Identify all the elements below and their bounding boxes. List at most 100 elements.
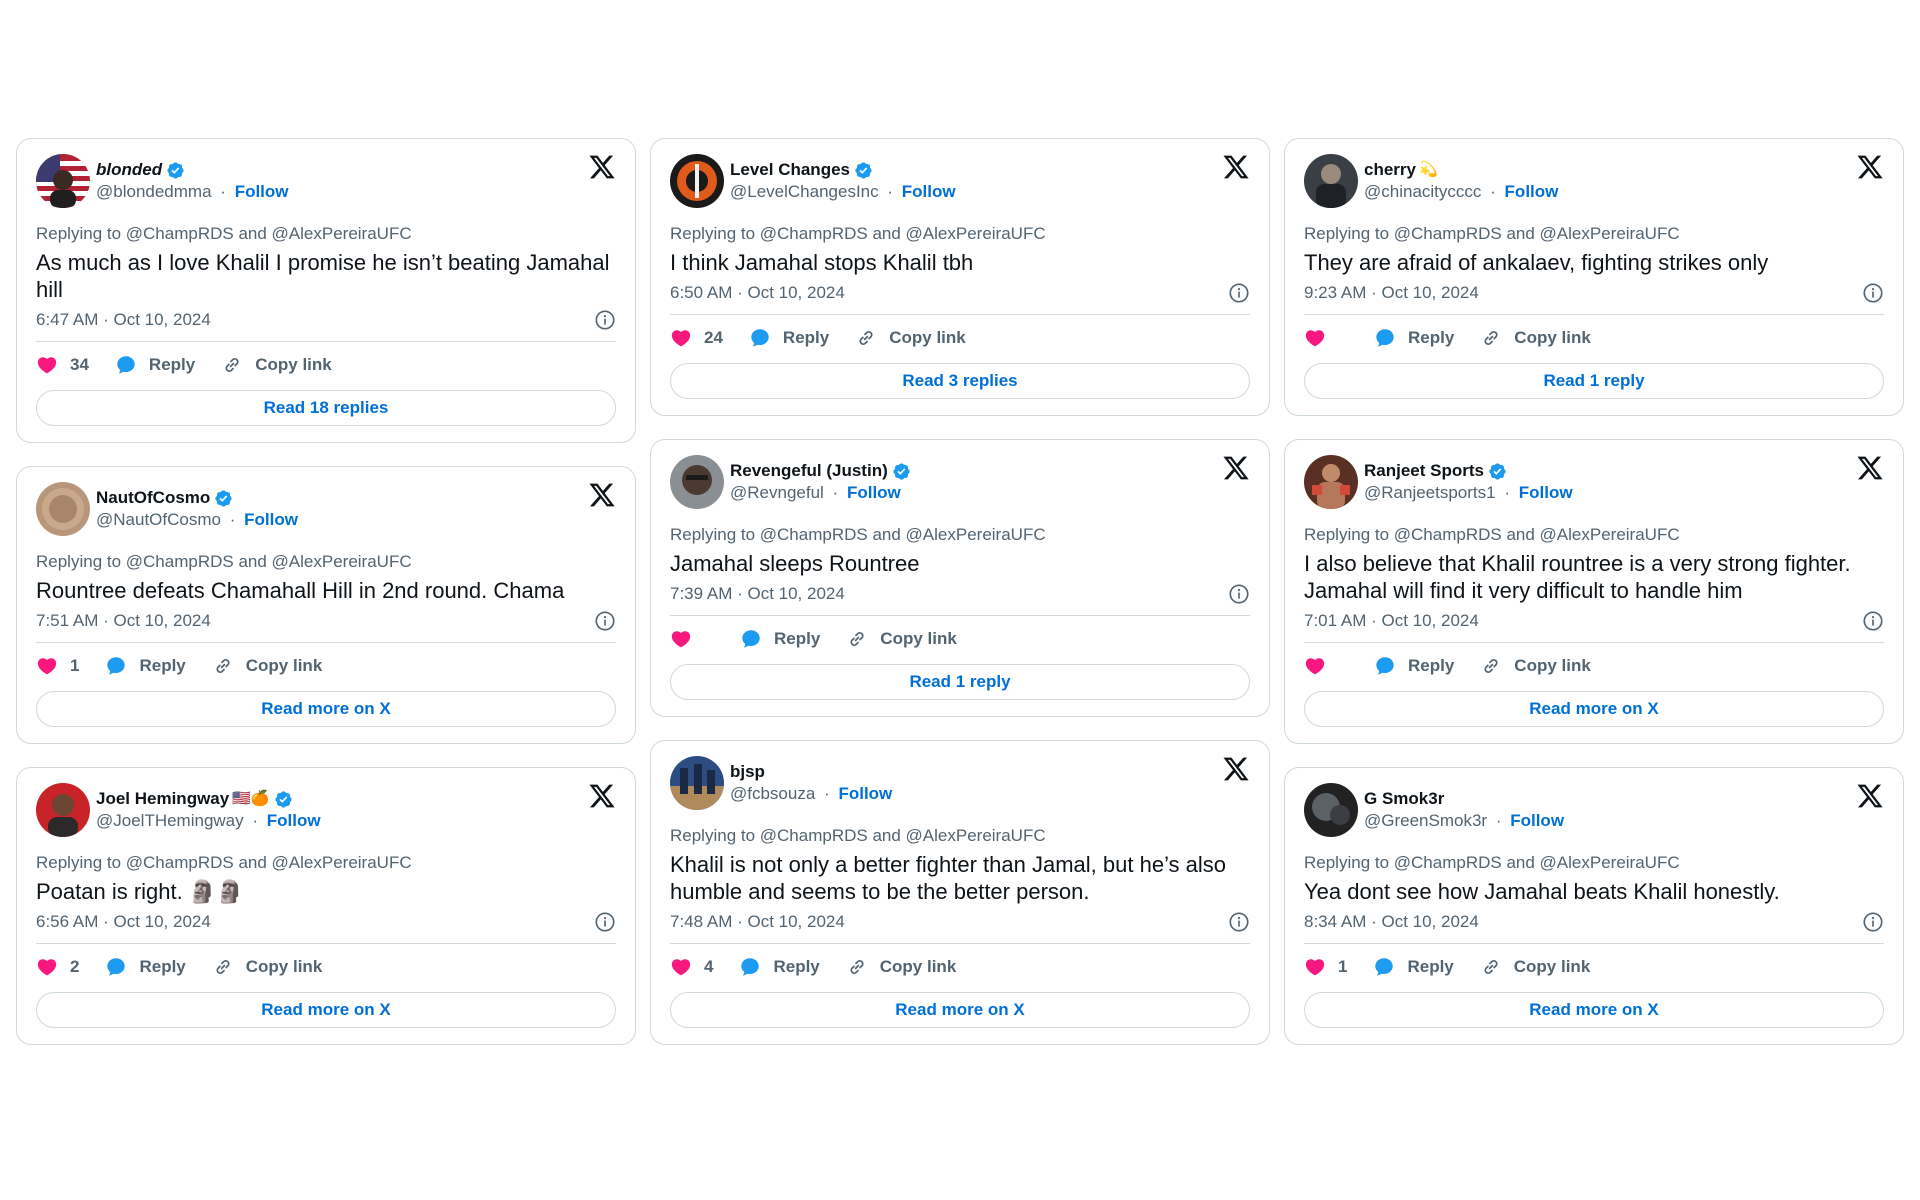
read-replies-button[interactable]: Read more on X bbox=[670, 992, 1250, 1028]
x-logo-icon[interactable] bbox=[588, 782, 616, 810]
author-name[interactable]: Ranjeet Sports bbox=[1364, 460, 1484, 482]
author-handle[interactable]: @Ranjeetsports1 bbox=[1364, 483, 1496, 502]
copy-link-button[interactable]: Copy link bbox=[1480, 327, 1591, 349]
follow-button[interactable]: Follow bbox=[1510, 811, 1564, 830]
reply-button[interactable]: Reply bbox=[115, 354, 195, 376]
avatar[interactable] bbox=[670, 756, 724, 810]
like-button[interactable]: 1 bbox=[1304, 956, 1347, 978]
author-handle[interactable]: @LevelChangesInc bbox=[730, 182, 879, 201]
reply-button[interactable]: Reply bbox=[105, 655, 186, 677]
like-button[interactable]: 1 bbox=[36, 655, 79, 677]
follow-button[interactable]: Follow bbox=[838, 784, 892, 803]
info-icon[interactable] bbox=[594, 911, 616, 933]
read-replies-button[interactable]: Read more on X bbox=[36, 691, 616, 727]
timestamp[interactable]: 7:01 AM · Oct 10, 2024 bbox=[1304, 610, 1479, 632]
author-handle[interactable]: @NautOfCosmo bbox=[96, 510, 221, 529]
author-name[interactable]: Revengeful (Justin) bbox=[730, 460, 888, 482]
author-name[interactable]: NautOfCosmo bbox=[96, 487, 210, 509]
author-handle[interactable]: @blondedmma bbox=[96, 182, 212, 201]
author-handle[interactable]: @GreenSmok3r bbox=[1364, 811, 1487, 830]
reply-button[interactable]: Reply bbox=[739, 956, 820, 978]
author-name[interactable]: Joel Hemingway bbox=[96, 788, 229, 810]
copy-link-button[interactable]: Copy link bbox=[1480, 956, 1590, 978]
timestamp[interactable]: 8:34 AM · Oct 10, 2024 bbox=[1304, 911, 1479, 933]
author-name[interactable]: Level Changes bbox=[730, 159, 850, 181]
avatar[interactable] bbox=[670, 455, 724, 509]
copy-link-button[interactable]: Copy link bbox=[855, 327, 966, 349]
x-logo-icon[interactable] bbox=[1222, 153, 1250, 181]
follow-button[interactable]: Follow bbox=[244, 510, 298, 529]
reply-button[interactable]: Reply bbox=[740, 628, 820, 650]
read-replies-button[interactable]: Read 1 reply bbox=[1304, 363, 1884, 399]
reply-button[interactable]: Reply bbox=[749, 327, 829, 349]
copy-link-button[interactable]: Copy link bbox=[221, 354, 332, 376]
info-icon[interactable] bbox=[1228, 911, 1250, 933]
timestamp[interactable]: 9:23 AM · Oct 10, 2024 bbox=[1304, 282, 1479, 304]
avatar[interactable] bbox=[36, 783, 90, 837]
reply-button[interactable]: Reply bbox=[1374, 327, 1454, 349]
like-button[interactable] bbox=[1304, 655, 1346, 677]
follow-button[interactable]: Follow bbox=[847, 483, 901, 502]
timestamp[interactable]: 6:47 AM · Oct 10, 2024 bbox=[36, 309, 211, 331]
info-icon[interactable] bbox=[1862, 911, 1884, 933]
copy-link-button[interactable]: Copy link bbox=[846, 956, 956, 978]
copy-link-button[interactable]: Copy link bbox=[846, 628, 957, 650]
read-replies-button[interactable]: Read more on X bbox=[36, 992, 616, 1028]
follow-button[interactable]: Follow bbox=[1505, 182, 1559, 201]
reply-button[interactable]: Reply bbox=[1373, 956, 1454, 978]
author-handle[interactable]: @JoelTHemingway bbox=[96, 811, 244, 830]
info-icon[interactable] bbox=[1862, 610, 1884, 632]
avatar[interactable] bbox=[1304, 783, 1358, 837]
like-button[interactable]: 34 bbox=[36, 354, 89, 376]
avatar[interactable] bbox=[36, 482, 90, 536]
like-button[interactable]: 24 bbox=[670, 327, 723, 349]
follow-button[interactable]: Follow bbox=[235, 182, 289, 201]
x-logo-icon[interactable] bbox=[1856, 782, 1884, 810]
x-logo-icon[interactable] bbox=[588, 481, 616, 509]
like-button[interactable]: 2 bbox=[36, 956, 79, 978]
timestamp[interactable]: 6:50 AM · Oct 10, 2024 bbox=[670, 282, 845, 304]
read-replies-button[interactable]: Read more on X bbox=[1304, 992, 1884, 1028]
timestamp[interactable]: 7:51 AM · Oct 10, 2024 bbox=[36, 610, 211, 632]
avatar[interactable] bbox=[670, 154, 724, 208]
info-icon[interactable] bbox=[594, 309, 616, 331]
timestamp[interactable]: 7:48 AM · Oct 10, 2024 bbox=[670, 911, 845, 933]
like-button[interactable] bbox=[1304, 327, 1346, 349]
read-replies-button[interactable]: Read 18 replies bbox=[36, 390, 616, 426]
reply-button[interactable]: Reply bbox=[105, 956, 186, 978]
like-button[interactable]: 4 bbox=[670, 956, 713, 978]
read-replies-button[interactable]: Read 3 replies bbox=[670, 363, 1250, 399]
x-logo-icon[interactable] bbox=[1222, 454, 1250, 482]
author-name[interactable]: G Smok3r bbox=[1364, 788, 1444, 810]
timestamp[interactable]: 6:56 AM · Oct 10, 2024 bbox=[36, 911, 211, 933]
info-icon[interactable] bbox=[1228, 583, 1250, 605]
avatar[interactable] bbox=[36, 154, 90, 208]
author-name[interactable]: bjsp bbox=[730, 761, 765, 783]
follow-button[interactable]: Follow bbox=[267, 811, 321, 830]
info-icon[interactable] bbox=[1228, 282, 1250, 304]
x-logo-icon[interactable] bbox=[1856, 153, 1884, 181]
copy-link-button[interactable]: Copy link bbox=[1480, 655, 1591, 677]
author-block: NautOfCosmo @NautOfCosmo · Follow bbox=[96, 487, 298, 531]
reply-button[interactable]: Reply bbox=[1374, 655, 1454, 677]
author-name[interactable]: cherry bbox=[1364, 159, 1416, 181]
author-handle[interactable]: @chinacitycccc bbox=[1364, 182, 1481, 201]
follow-button[interactable]: Follow bbox=[902, 182, 956, 201]
info-icon[interactable] bbox=[594, 610, 616, 632]
x-logo-icon[interactable] bbox=[1856, 454, 1884, 482]
author-handle[interactable]: @Revngeful bbox=[730, 483, 824, 502]
copy-link-button[interactable]: Copy link bbox=[212, 655, 322, 677]
read-replies-button[interactable]: Read 1 reply bbox=[670, 664, 1250, 700]
follow-button[interactable]: Follow bbox=[1519, 483, 1573, 502]
author-handle[interactable]: @fcbsouza bbox=[730, 784, 815, 803]
x-logo-icon[interactable] bbox=[588, 153, 616, 181]
read-replies-button[interactable]: Read more on X bbox=[1304, 691, 1884, 727]
author-name[interactable]: blonded bbox=[96, 159, 162, 181]
copy-link-button[interactable]: Copy link bbox=[212, 956, 322, 978]
avatar[interactable] bbox=[1304, 154, 1358, 208]
like-button[interactable] bbox=[670, 628, 712, 650]
avatar[interactable] bbox=[1304, 455, 1358, 509]
timestamp[interactable]: 7:39 AM · Oct 10, 2024 bbox=[670, 583, 845, 605]
info-icon[interactable] bbox=[1862, 282, 1884, 304]
x-logo-icon[interactable] bbox=[1222, 755, 1250, 783]
